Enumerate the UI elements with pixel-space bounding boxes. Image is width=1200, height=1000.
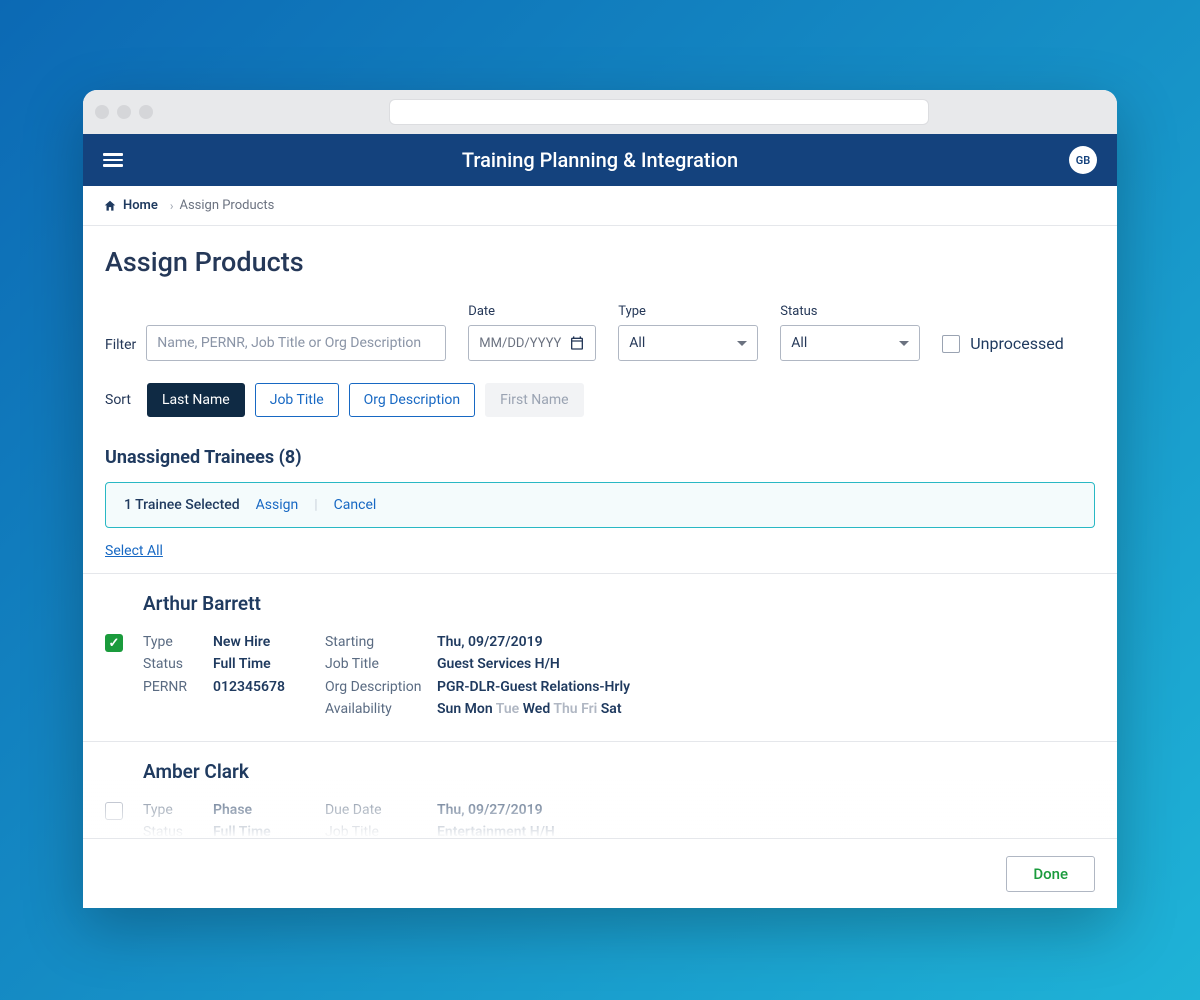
home-icon[interactable] <box>103 199 117 213</box>
trainee-name: Amber Clark <box>143 760 1095 783</box>
field-label: Availability <box>325 698 437 720</box>
field-value: Thu, 09/27/2019 <box>437 631 543 653</box>
availability-day: Tue <box>496 701 519 717</box>
date-label: Date <box>468 304 596 319</box>
availability-day: Sun <box>437 701 461 717</box>
traffic-light[interactable] <box>117 105 131 119</box>
availability-day: Thu <box>553 701 577 717</box>
search-input[interactable] <box>146 325 446 361</box>
sort-first-name: First Name <box>485 383 583 417</box>
select-all-link[interactable]: Select All <box>105 543 163 559</box>
availability-day: Sun <box>437 869 461 885</box>
url-bar[interactable] <box>389 99 929 125</box>
menu-icon[interactable] <box>103 150 123 170</box>
availability-day: Fri <box>581 869 597 885</box>
cancel-link[interactable]: Cancel <box>334 497 377 513</box>
traffic-light[interactable] <box>139 105 153 119</box>
field-label: Job Title <box>325 653 437 675</box>
availability-day: Sat <box>601 869 622 885</box>
breadcrumb-current: Assign Products <box>179 198 274 213</box>
availability-day: Sat <box>601 701 622 717</box>
field-label: PERNR <box>143 676 213 698</box>
traffic-light[interactable] <box>95 105 109 119</box>
trainee-list: Arthur Barrett TypeNew Hire StatusFull T… <box>83 573 1117 908</box>
field-value: Phase <box>213 799 252 821</box>
sort-org-description[interactable]: Org Description <box>349 383 475 417</box>
chevron-down-icon <box>737 341 747 351</box>
unprocessed-label: Unprocessed <box>970 334 1063 353</box>
content-area: Assign Products Filter Date MM/DD/YYYY T… <box>83 226 1117 908</box>
selection-banner: 1 Trainee Selected Assign | Cancel <box>105 482 1095 528</box>
field-value: PGR-DLR-Guest Relations-Hrly <box>437 676 630 698</box>
type-label: Type <box>618 304 758 319</box>
filter-bar: Filter Date MM/DD/YYYY Type All Status <box>105 304 1095 361</box>
field-value: 012345678 <box>213 843 285 865</box>
field-label: Status <box>143 653 213 675</box>
date-placeholder: MM/DD/YYYY <box>479 336 561 351</box>
availability-day: Mon <box>465 701 493 717</box>
field-label: Job Title <box>325 821 437 843</box>
field-label: Availability <box>325 866 437 888</box>
availability-day: Wed <box>523 701 551 717</box>
availability-day: Mon <box>465 869 493 885</box>
sort-bar: Sort Last Name Job Title Org Description… <box>105 383 1095 417</box>
browser-chrome <box>83 90 1117 134</box>
field-value: Thu, 09/27/2019 <box>437 799 543 821</box>
availability-day: Fri <box>581 701 597 717</box>
type-value: All <box>629 335 645 351</box>
section-title: Unassigned Trainees (8) <box>105 447 1095 468</box>
sort-last-name[interactable]: Last Name <box>147 383 245 417</box>
availability-row: Sun Mon Tue Wed Thu Fri Sat <box>437 866 622 888</box>
field-value: New Hire <box>213 631 270 653</box>
trainee-row: Amber Clark TypePhase StatusFull Time PE… <box>83 742 1117 908</box>
breadcrumb-home[interactable]: Home <box>123 198 158 213</box>
sort-label: Sort <box>105 392 131 408</box>
breadcrumb: Home › Assign Products <box>83 186 1117 226</box>
availability-day: Tue <box>496 869 519 885</box>
app-title: Training Planning & Integration <box>462 148 738 172</box>
field-label: Type <box>143 799 213 821</box>
trainee-name: Arthur Barrett <box>143 592 1095 615</box>
done-button[interactable]: Done <box>1006 856 1095 892</box>
field-label: Org Description <box>325 843 437 865</box>
status-label: Status <box>780 304 920 319</box>
chevron-down-icon <box>899 341 909 351</box>
field-label: Status <box>143 821 213 843</box>
field-label: Starting <box>325 631 437 653</box>
field-label: Type <box>143 631 213 653</box>
field-value: ECH-DLR-DL-Atmosphere Characters <box>437 843 671 865</box>
availability-day: Thu <box>553 869 577 885</box>
field-label: Due Date <box>325 799 437 821</box>
unprocessed-checkbox[interactable] <box>942 335 960 353</box>
status-value: All <box>791 335 807 351</box>
trainee-row: Arthur Barrett TypeNew Hire StatusFull T… <box>83 574 1117 742</box>
filter-label: Filter <box>105 337 136 361</box>
sort-job-title[interactable]: Job Title <box>255 383 339 417</box>
date-input[interactable]: MM/DD/YYYY <box>468 325 596 361</box>
page-title: Assign Products <box>105 246 1095 278</box>
selection-count: 1 Trainee Selected <box>124 497 240 513</box>
type-select[interactable]: All <box>618 325 758 361</box>
field-value: Full Time <box>213 821 271 843</box>
field-value: Guest Services H/H <box>437 653 560 675</box>
trainee-checkbox[interactable] <box>105 802 123 820</box>
divider: | <box>314 497 317 513</box>
assign-link[interactable]: Assign <box>256 497 299 513</box>
field-value: Entertainment H/H <box>437 821 555 843</box>
field-label: PERNR <box>143 843 213 865</box>
field-value: Full Time <box>213 653 271 675</box>
calendar-icon <box>569 335 585 351</box>
availability-row: Sun Mon Tue Wed Thu Fri Sat <box>437 698 622 720</box>
window-controls <box>95 105 153 119</box>
availability-day: Wed <box>523 869 551 885</box>
field-value: 012345678 <box>213 676 285 698</box>
field-label: Org Description <box>325 676 437 698</box>
app-window: Training Planning & Integration GB Home … <box>83 90 1117 908</box>
chevron-right-icon: › <box>170 199 174 213</box>
status-select[interactable]: All <box>780 325 920 361</box>
trainee-checkbox[interactable] <box>105 634 123 652</box>
avatar[interactable]: GB <box>1069 146 1097 174</box>
app-header: Training Planning & Integration GB <box>83 134 1117 186</box>
